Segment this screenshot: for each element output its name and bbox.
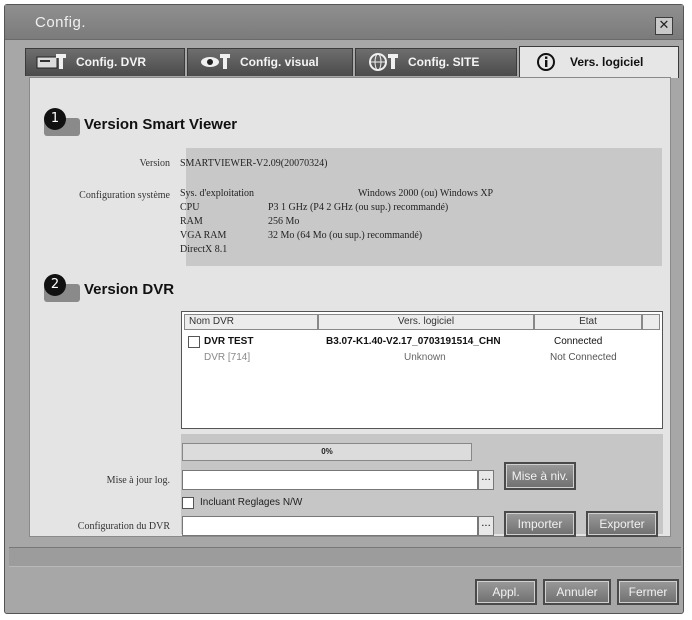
separator-bar [9,547,681,567]
update-log-browse-button[interactable]: ... [478,470,494,490]
section-title-smart-viewer: Version Smart Viewer [84,116,238,133]
dvr-config-field[interactable] [182,516,478,536]
cancel-button[interactable]: Annuler [543,579,611,605]
dvr-config-label: Configuration du DVR [77,521,170,532]
tab-config-site[interactable]: Config. SITE [355,48,517,76]
col-header-version[interactable]: Vers. logiciel [318,314,534,330]
row-dvr-state: Not Connected [550,352,617,363]
sys-value-cpu: P3 1 GHz (P4 2 GHz (ou sup.) recommandé) [268,202,449,213]
title-bar[interactable]: Config. ✕ [5,5,683,40]
globe-wrench-icon [369,53,398,71]
section-title-dvr: Version DVR [84,281,175,298]
eye-wrench-icon [201,54,230,69]
sys-value-vga: 32 Mo (64 Mo (ou sup.) recommandé) [268,230,423,241]
section-number-1: 1 [44,108,66,130]
table-row[interactable]: DVR [714] Unknown Not Connected [184,350,658,366]
row-dvr-version: B3.07-K1.40-V2.17_0703191514_CHN [326,336,501,347]
version-panel: 1 Version Smart Viewer Version SMARTVIEW… [29,77,671,537]
tab-config-dvr[interactable]: Config. DVR [25,48,185,76]
include-network-checkbox[interactable] [182,497,194,509]
apply-button[interactable]: Appl. [475,579,537,605]
version-label: Version [139,158,170,169]
tab-config-visual[interactable]: Config. visual [187,48,353,76]
table-row[interactable]: DVR TEST B3.07-K1.40-V2.17_0703191514_CH… [184,334,658,350]
row-dvr-state: Connected [554,336,603,347]
update-button[interactable]: Mise à niv. [504,462,576,490]
tab-label: Vers. logiciel [570,55,644,69]
row-dvr-name: DVR TEST [204,336,254,347]
sys-name-ram: RAM [180,216,203,227]
section-number-2: 2 [44,274,66,296]
info-icon [537,53,555,71]
row-dvr-version: Unknown [404,352,446,363]
close-icon[interactable]: ✕ [655,17,673,35]
tab-label: Config. visual [240,55,319,69]
col-header-name[interactable]: Nom DVR [184,314,318,330]
row-dvr-name: DVR [714] [204,352,251,363]
include-network-label: Incluant Reglages N/W [200,497,303,508]
dvr-config-browse-button[interactable]: ... [478,516,494,536]
tab-vers-logiciel[interactable]: Vers. logiciel [519,46,679,78]
col-header-filler [642,314,660,330]
export-button[interactable]: Exporter [586,511,658,537]
sys-value-ram: 256 Mo [268,216,300,227]
row-checkbox[interactable] [188,336,200,348]
import-button[interactable]: Importer [504,511,576,537]
version-value: SMARTVIEWER-V2.09(20070324) [180,158,328,169]
sys-name-cpu: CPU [180,202,200,213]
dvr-wrench-icon [36,54,66,69]
dvr-table: Nom DVR Vers. logiciel Etat DVR TEST B3.… [181,311,663,429]
sys-value-os: Windows 2000 (ou) Windows XP [358,188,494,199]
tab-label: Config. SITE [408,55,480,69]
close-button[interactable]: Fermer [617,579,679,605]
sys-name-os: Sys. d'exploitation [180,188,255,199]
col-header-state[interactable]: Etat [534,314,642,330]
sys-name-vga: VGA RAM [180,230,227,241]
window-title: Config. [35,14,87,31]
update-log-field[interactable] [182,470,478,490]
tab-label: Config. DVR [76,55,146,69]
progress-bar: 0% [182,443,472,461]
sysconfig-label: Configuration système [79,190,170,201]
config-window: Config. ✕ Config. DVR Config. visual Con… [4,4,684,614]
sys-name-directx: DirectX 8.1 [180,244,228,255]
update-log-label: Mise à jour log. [106,475,170,486]
